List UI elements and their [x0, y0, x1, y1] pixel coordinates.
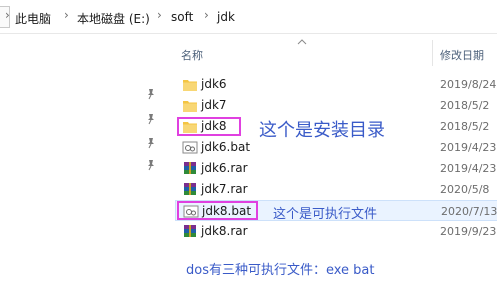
file-date: 2018/5/2: [440, 120, 490, 133]
file-row[interactable]: jdk7.rar 2020/5/8: [175, 179, 497, 200]
breadcrumb-separator-icon: ›: [64, 8, 69, 22]
file-name: jdk7: [201, 98, 227, 112]
file-row[interactable]: jdk6.rar 2019/4/23: [175, 158, 497, 179]
breadcrumb-soft[interactable]: soft: [171, 10, 193, 24]
file-date: 2019/8/24: [440, 78, 497, 91]
breadcrumb-separator-icon: ›: [157, 8, 162, 22]
rar-archive-icon: [184, 162, 196, 174]
folder-icon: [183, 101, 197, 112]
breadcrumb-separator-icon: ›: [204, 8, 209, 22]
pin-icon: [148, 138, 154, 149]
file-name: jdk6: [201, 77, 227, 91]
pin-icon: [148, 160, 154, 171]
pin-icon: [148, 89, 154, 100]
file-row[interactable]: jdk8.rar 2019/9/23: [175, 221, 497, 242]
file-name: jdk6.rar: [201, 161, 248, 175]
address-bar[interactable]: › 此电脑 › 本地磁盘 (E:) › soft › jdk: [0, 0, 497, 34]
file-date: 2019/9/23: [440, 225, 497, 238]
folder-icon: [183, 80, 197, 91]
file-name: jdk7.rar: [201, 182, 248, 196]
annotation-install-dir: 这个是安装目录: [259, 120, 385, 141]
column-divider[interactable]: [432, 40, 433, 66]
highlight-box-jdk8-folder: [177, 117, 241, 136]
rar-archive-icon: [184, 225, 196, 237]
file-name: jdk8.rar: [201, 224, 248, 238]
file-date: 2019/4/23: [440, 141, 497, 154]
pin-icon: [148, 114, 154, 125]
highlight-box-jdk8-bat: [177, 201, 258, 220]
file-row[interactable]: jdk7 2018/5/2: [175, 95, 497, 116]
annotation-footer: dos有三种可执行文件：exe bat: [186, 263, 375, 278]
file-row[interactable]: jdk6 2019/8/24: [175, 74, 497, 95]
file-date: 2020/7/13: [441, 205, 497, 218]
sort-chevron-up-icon: [297, 39, 307, 45]
rar-archive-icon: [184, 183, 196, 195]
column-header-name[interactable]: 名称: [181, 47, 203, 63]
file-date: 2020/5/8: [440, 183, 490, 196]
batch-file-icon: [182, 141, 198, 154]
breadcrumb-jdk[interactable]: jdk: [217, 10, 235, 24]
file-name: jdk6.bat: [201, 140, 251, 154]
file-date: 2019/4/23: [440, 162, 497, 175]
column-header-row: 名称 修改日期: [0, 34, 497, 64]
annotation-executable: 这个是可执行文件: [273, 207, 378, 222]
file-date: 2018/5/2: [440, 99, 490, 112]
breadcrumb-this-pc[interactable]: 此电脑: [15, 10, 51, 27]
column-header-date[interactable]: 修改日期: [440, 47, 484, 63]
breadcrumb-separator-icon: ›: [5, 8, 10, 22]
breadcrumb-drive-e[interactable]: 本地磁盘 (E:): [77, 10, 150, 27]
